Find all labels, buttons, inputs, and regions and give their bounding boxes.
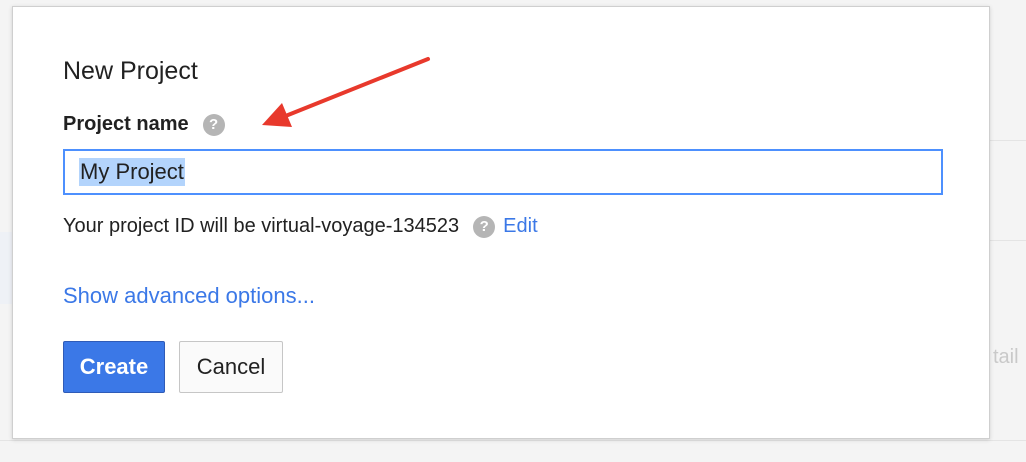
show-advanced-options-link[interactable]: Show advanced options...: [63, 283, 315, 309]
edit-project-id-link[interactable]: Edit: [503, 215, 537, 238]
background-partial-text: tail: [993, 346, 1019, 368]
project-id-row: Your project ID will be virtual-voyage-1…: [63, 215, 538, 238]
help-icon[interactable]: ?: [473, 215, 496, 238]
project-name-value-selected: My Project: [79, 158, 185, 186]
help-icon[interactable]: ?: [202, 113, 225, 136]
background-divider: [990, 140, 1026, 141]
background-divider: [0, 440, 1026, 441]
project-name-label-row: Project name ?: [63, 113, 225, 136]
background-nav-highlight: [0, 232, 12, 304]
new-project-dialog: New Project Project name ? My Project Yo…: [12, 6, 990, 439]
create-button[interactable]: Create: [63, 341, 165, 393]
project-name-label: Project name: [63, 113, 189, 135]
dialog-title: New Project: [63, 57, 198, 85]
project-name-input[interactable]: My Project: [63, 149, 943, 195]
cancel-button[interactable]: Cancel: [179, 341, 283, 393]
background-divider: [990, 240, 1026, 241]
project-id-text: Your project ID will be virtual-voyage-1…: [63, 215, 460, 237]
